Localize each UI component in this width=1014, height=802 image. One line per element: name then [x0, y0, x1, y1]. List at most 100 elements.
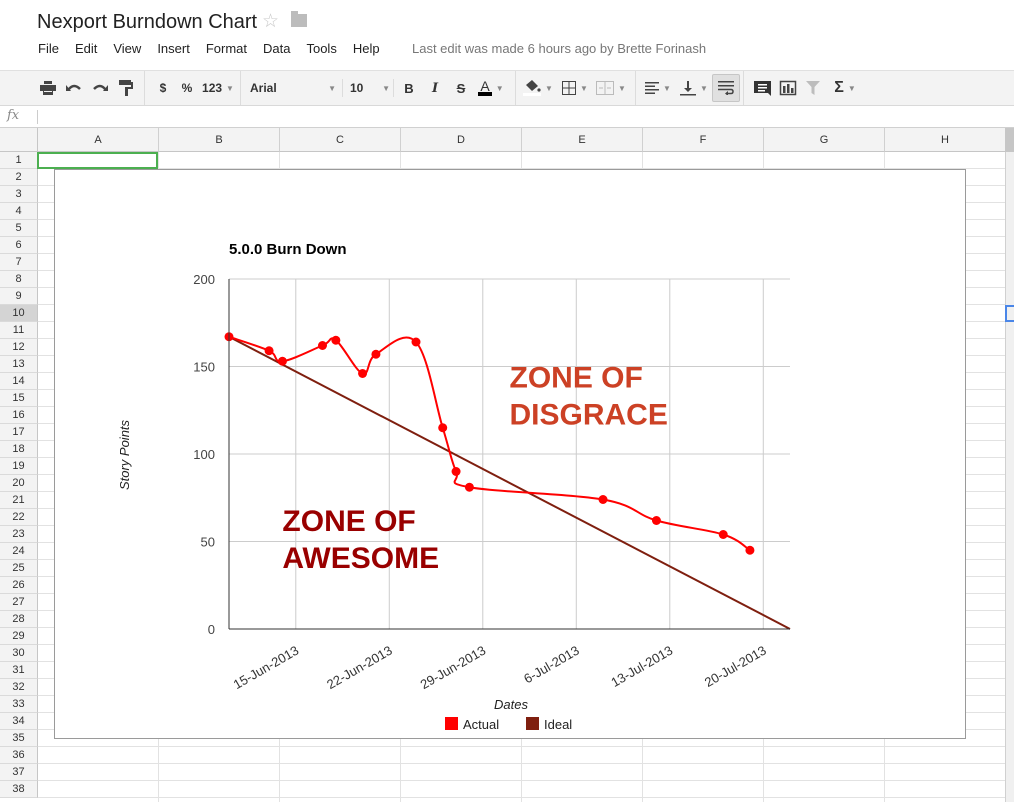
row-header-33[interactable]: 33 — [0, 696, 38, 713]
currency-format-button[interactable]: $ — [154, 71, 172, 105]
font-size-dropdown[interactable]: 10 ▼ — [350, 71, 390, 105]
print-button[interactable] — [38, 71, 58, 105]
text-color-button[interactable]: A ▼ — [475, 71, 507, 105]
row-header-13[interactable]: 13 — [0, 356, 38, 373]
column-header-c[interactable]: C — [280, 128, 401, 152]
actual-data-point[interactable] — [318, 341, 327, 350]
actual-data-point[interactable] — [451, 467, 461, 476]
row-header-18[interactable]: 18 — [0, 441, 38, 458]
menu-tools[interactable]: Tools — [306, 41, 336, 56]
row-header-4[interactable]: 4 — [0, 203, 38, 220]
actual-data-point[interactable] — [598, 495, 608, 504]
row-header-14[interactable]: 14 — [0, 373, 38, 390]
column-header-e[interactable]: E — [522, 128, 643, 152]
column-header-f[interactable]: F — [643, 128, 764, 152]
italic-button[interactable]: I — [426, 71, 444, 105]
column-header-d[interactable]: D — [401, 128, 522, 152]
actual-data-point[interactable] — [718, 530, 728, 539]
row-header-12[interactable]: 12 — [0, 339, 38, 356]
select-all-corner[interactable] — [0, 128, 38, 152]
actual-data-point[interactable] — [331, 335, 341, 345]
row-header-37[interactable]: 37 — [0, 764, 38, 781]
menu-help[interactable]: Help — [353, 41, 380, 56]
folder-icon[interactable] — [291, 11, 307, 27]
column-header-g[interactable]: G — [764, 128, 885, 152]
last-edit-status[interactable]: Last edit was made 6 hours ago by Brette… — [412, 41, 706, 56]
legend-item-actual[interactable]: Actual — [445, 717, 499, 732]
paint-format-button[interactable] — [116, 71, 136, 105]
row-header-11[interactable]: 11 — [0, 322, 38, 339]
actual-data-point[interactable] — [411, 337, 421, 347]
row-header-9[interactable]: 9 — [0, 288, 38, 305]
row-header-25[interactable]: 25 — [0, 560, 38, 577]
menu-view[interactable]: View — [113, 41, 141, 56]
row-header-1[interactable]: 1 — [0, 152, 38, 169]
row-header-21[interactable]: 21 — [0, 492, 38, 509]
row-header-30[interactable]: 30 — [0, 645, 38, 662]
row-header-5[interactable]: 5 — [0, 220, 38, 237]
filter-button[interactable] — [804, 71, 822, 105]
legend-item-ideal[interactable]: Ideal — [526, 717, 572, 732]
row-header-20[interactable]: 20 — [0, 475, 38, 492]
merge-cells-button[interactable]: ▼ — [594, 71, 628, 105]
menu-insert[interactable]: Insert — [157, 41, 190, 56]
star-icon[interactable]: ☆ — [262, 10, 279, 33]
number-format-dropdown[interactable]: 123 ▼ — [200, 71, 236, 105]
vertical-align-button[interactable]: ▼ — [678, 71, 710, 105]
row-header-10[interactable]: 10 — [0, 305, 38, 322]
document-title[interactable]: Nexport Burndown Chart — [37, 11, 257, 34]
row-header-6[interactable]: 6 — [0, 237, 38, 254]
row-header-23[interactable]: 23 — [0, 526, 38, 543]
bold-button[interactable]: B — [400, 71, 418, 105]
row-header-2[interactable]: 2 — [0, 169, 38, 186]
redo-button[interactable] — [90, 71, 110, 105]
menu-format[interactable]: Format — [206, 41, 247, 56]
insert-comment-button[interactable] — [752, 71, 772, 105]
row-header-28[interactable]: 28 — [0, 611, 38, 628]
row-header-24[interactable]: 24 — [0, 543, 38, 560]
actual-data-point[interactable] — [358, 369, 368, 378]
row-header-16[interactable]: 16 — [0, 407, 38, 424]
row-header-22[interactable]: 22 — [0, 509, 38, 526]
fill-color-button[interactable]: ▼ — [522, 71, 554, 105]
insert-chart-button[interactable] — [778, 71, 798, 105]
selected-cell-a1[interactable] — [37, 152, 158, 169]
percent-format-button[interactable]: % — [178, 71, 196, 105]
actual-data-point[interactable] — [745, 545, 755, 555]
column-header-b[interactable]: B — [159, 128, 280, 152]
actual-data-point[interactable] — [264, 346, 274, 356]
column-header-h[interactable]: H — [885, 128, 1006, 152]
row-header-17[interactable]: 17 — [0, 424, 38, 441]
menu-edit[interactable]: Edit — [75, 41, 97, 56]
row-header-36[interactable]: 36 — [0, 747, 38, 764]
row-header-34[interactable]: 34 — [0, 713, 38, 730]
chart-frame[interactable]: 0 50 100 150 200 15-Jun-2013 22-Jun-2013 29-Jun… — [54, 169, 966, 739]
vertical-scrollbar[interactable] — [1005, 128, 1014, 802]
font-family-dropdown[interactable]: Arial ▼ — [250, 71, 336, 105]
row-header-35[interactable]: 35 — [0, 730, 38, 747]
menu-file[interactable]: File — [38, 41, 59, 56]
row-header-38[interactable]: 38 — [0, 781, 38, 798]
horizontal-align-button[interactable]: ▼ — [642, 71, 674, 105]
scrollbar-thumb[interactable] — [1005, 128, 1014, 152]
functions-button[interactable]: Σ ▼ — [828, 71, 862, 105]
row-header-15[interactable]: 15 — [0, 390, 38, 407]
column-header-a[interactable]: A — [38, 128, 159, 152]
formula-input[interactable] — [37, 110, 38, 124]
row-header-3[interactable]: 3 — [0, 186, 38, 203]
row-header-19[interactable]: 19 — [0, 458, 38, 475]
wrap-text-button[interactable] — [712, 74, 740, 102]
actual-data-point[interactable] — [464, 482, 474, 492]
strikethrough-button[interactable]: S — [452, 71, 470, 105]
row-header-31[interactable]: 31 — [0, 662, 38, 679]
borders-button[interactable]: ▼ — [560, 71, 590, 105]
actual-data-point[interactable] — [277, 356, 287, 366]
actual-data-point[interactable] — [371, 349, 381, 359]
row-header-29[interactable]: 29 — [0, 628, 38, 645]
actual-data-point[interactable] — [651, 516, 661, 525]
row-header-8[interactable]: 8 — [0, 271, 38, 288]
row-header-32[interactable]: 32 — [0, 679, 38, 696]
undo-button[interactable] — [64, 71, 84, 105]
row-header-7[interactable]: 7 — [0, 254, 38, 271]
row-header-26[interactable]: 26 — [0, 577, 38, 594]
